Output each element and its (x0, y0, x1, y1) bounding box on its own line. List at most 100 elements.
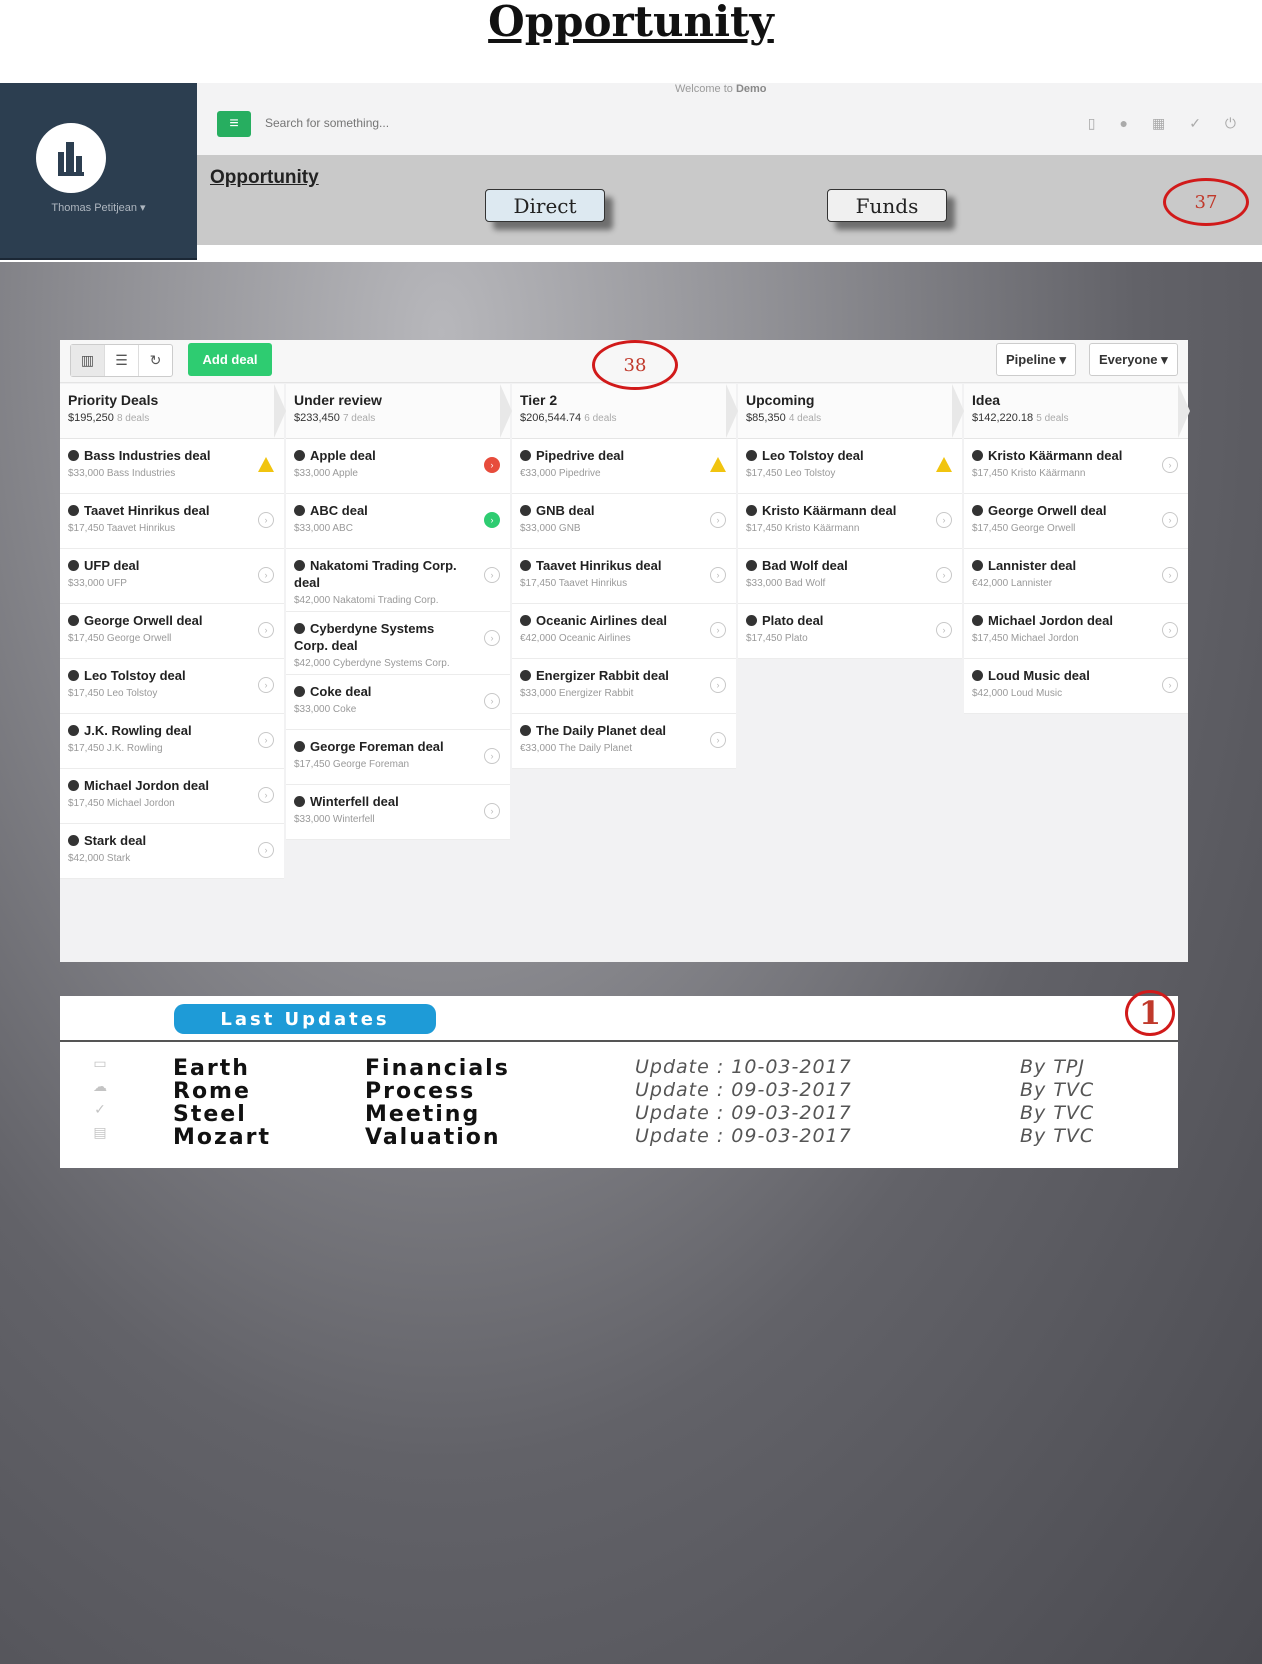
activity-status-icon[interactable]: › (710, 567, 726, 583)
tab-direct[interactable]: Direct (485, 189, 605, 222)
user-icon[interactable]: ● (1119, 115, 1127, 132)
deal-card[interactable]: Michael Jordon deal $17,450 Michael Jordo… (964, 604, 1188, 659)
avatar-icon (68, 725, 79, 736)
column-total: $206,544.74 (520, 412, 582, 424)
avatar-icon (294, 450, 305, 461)
warning-icon[interactable] (710, 457, 726, 472)
pipeline-column: Tier 2 $206,544.74 6 deals Pipedrive deal €… (512, 384, 738, 769)
activity-status-icon[interactable]: › (258, 787, 274, 803)
subheader-title: Opportunity (210, 167, 319, 188)
refresh-button[interactable]: ↻ (139, 345, 172, 376)
activity-status-icon[interactable]: › (258, 842, 274, 858)
deal-name: J.K. Rowling deal (84, 723, 192, 738)
activity-status-icon[interactable]: › (484, 512, 500, 528)
deal-card[interactable]: Leo Tolstoy deal $17,450 Leo Tolstoy › (60, 659, 284, 714)
deal-card[interactable]: George Foreman deal $17,450 George Forema… (286, 730, 510, 785)
deal-card[interactable]: George Orwell deal $17,450 George Orwell › (60, 604, 284, 659)
deal-card[interactable]: George Orwell deal $17,450 George Orwell › (964, 494, 1188, 549)
pipeline-column: Under review $233,450 7 deals Apple deal $3… (286, 384, 512, 840)
list-view-button[interactable]: ☰ (105, 345, 139, 376)
deal-card[interactable]: Lannister deal €42,000 Lannister › (964, 549, 1188, 604)
activity-status-icon[interactable]: › (484, 630, 500, 646)
activity-status-icon[interactable]: › (484, 567, 500, 583)
everyone-dropdown[interactable]: Everyone ▾ (1089, 343, 1178, 376)
activity-status-icon[interactable]: › (484, 748, 500, 764)
deal-card[interactable]: Nakatomi Trading Corp. deal $42,000 Nakat… (286, 549, 510, 612)
warning-icon[interactable] (258, 457, 274, 472)
deal-title: UFP deal (68, 557, 244, 574)
deal-card[interactable]: Coke deal $33,000 Coke › (286, 675, 510, 730)
deal-card[interactable]: Winterfell deal $33,000 Winterfell › (286, 785, 510, 840)
hamburger-icon: ≡ (229, 115, 239, 132)
kanban-view-button[interactable]: ▥ (71, 345, 105, 376)
activity-status-icon[interactable]: › (1162, 512, 1178, 528)
activity-status-icon[interactable]: › (1162, 457, 1178, 473)
company-logo[interactable] (36, 123, 106, 193)
activity-status-icon[interactable]: › (484, 693, 500, 709)
deal-card[interactable]: ABC deal $33,000 ABC › (286, 494, 510, 549)
deal-card[interactable]: Plato deal $17,450 Plato › (738, 604, 962, 659)
activity-status-icon[interactable]: › (258, 512, 274, 528)
activity-status-icon[interactable]: › (936, 512, 952, 528)
deal-name: Cyberdyne Systems Corp. deal (294, 621, 435, 653)
tab-funds[interactable]: Funds (827, 189, 947, 222)
update-row[interactable]: ✓ Steel Meeting Update : 09-03-2017 By TVC (60, 1102, 1178, 1127)
activity-status-icon[interactable]: › (258, 622, 274, 638)
pipeline-dropdown[interactable]: Pipeline ▾ (996, 343, 1076, 376)
update-row[interactable]: ▭ Earth Financials Update : 10-03-2017 By TP… (60, 1056, 1178, 1081)
activity-status-icon[interactable]: › (710, 622, 726, 638)
deal-card[interactable]: Bad Wolf deal $33,000 Bad Wolf › (738, 549, 962, 604)
deal-card[interactable]: Taavet Hinrikus deal $17,450 Taavet Hinri… (512, 549, 736, 604)
deal-card[interactable]: Cyberdyne Systems Corp. deal $42,000 Cybe… (286, 612, 510, 675)
activity-status-icon[interactable]: › (710, 677, 726, 693)
activity-status-icon[interactable]: › (710, 732, 726, 748)
warning-icon[interactable] (936, 457, 952, 472)
column-summary: $233,450 7 deals (294, 412, 502, 424)
deal-name: Stark deal (84, 833, 147, 848)
deal-card[interactable]: Oceanic Airlines deal €42,000 Oceanic Air… (512, 604, 736, 659)
deal-card[interactable]: The Daily Planet deal €33,000 The Daily P… (512, 714, 736, 769)
avatar-icon (520, 615, 531, 626)
deal-card[interactable]: Bass Industries deal $33,000 Bass Industr… (60, 439, 284, 494)
add-deal-button[interactable]: Add deal (188, 343, 272, 376)
deal-card[interactable]: GNB deal $33,000 GNB › (512, 494, 736, 549)
activity-status-icon[interactable]: › (484, 803, 500, 819)
activity-status-icon[interactable]: › (258, 567, 274, 583)
avatar-icon (746, 505, 757, 516)
deal-card[interactable]: Michael Jordon deal $17,450 Michael Jordo… (60, 769, 284, 824)
update-row[interactable]: ☁ Rome Process Update : 09-03-2017 By TVC (60, 1079, 1178, 1104)
deal-card[interactable]: Kristo Käärmann deal $17,450 Kristo Käärm… (964, 439, 1188, 494)
calendar-icon[interactable]: ▦ (1152, 115, 1165, 132)
activity-status-icon[interactable]: › (936, 622, 952, 638)
power-icon[interactable]: ⏻ (1225, 115, 1236, 132)
update-row[interactable]: ▤ Mozart Valuation Update : 09-03-2017 By TV… (60, 1125, 1178, 1150)
deal-card[interactable]: Pipedrive deal €33,000 Pipedrive (512, 439, 736, 494)
deal-card[interactable]: Leo Tolstoy deal $17,450 Leo Tolstoy (738, 439, 962, 494)
activity-status-icon[interactable]: › (258, 677, 274, 693)
deal-card[interactable]: Loud Music deal $42,000 Loud Music › (964, 659, 1188, 714)
column-header: Under review $233,450 7 deals (286, 384, 512, 439)
deal-card[interactable]: Kristo Käärmann deal $17,450 Kristo Käärm… (738, 494, 962, 549)
deal-card[interactable]: Apple deal $33,000 Apple › (286, 439, 510, 494)
deal-card[interactable]: Stark deal $42,000 Stark › (60, 824, 284, 879)
activity-status-icon[interactable]: › (936, 567, 952, 583)
activity-status-icon[interactable]: › (1162, 567, 1178, 583)
last-updates-header: Last Updates (60, 996, 1178, 1042)
check-icon[interactable]: ✓ (1189, 115, 1201, 132)
activity-status-icon[interactable]: › (1162, 622, 1178, 638)
activity-status-icon[interactable]: › (710, 512, 726, 528)
update-author: By TVC (1020, 1079, 1095, 1101)
deal-card[interactable]: Taavet Hinrikus deal $17,450 Taavet Hinri… (60, 494, 284, 549)
activity-status-icon[interactable]: › (258, 732, 274, 748)
menu-toggle-button[interactable]: ≡ (217, 111, 251, 137)
deal-card[interactable]: UFP deal $33,000 UFP › (60, 549, 284, 604)
kanban-icon: ▥ (80, 352, 95, 368)
search-input[interactable] (263, 115, 567, 131)
deal-name: Taavet Hinrikus deal (84, 503, 210, 518)
document-icon[interactable]: ▯ (1088, 115, 1096, 132)
deal-card[interactable]: J.K. Rowling deal $17,450 J.K. Rowling › (60, 714, 284, 769)
deal-card[interactable]: Energizer Rabbit deal $33,000 Energizer R… (512, 659, 736, 714)
activity-status-icon[interactable]: › (484, 457, 500, 473)
activity-status-icon[interactable]: › (1162, 677, 1178, 693)
user-menu[interactable]: Thomas Petitjean ▾ (0, 201, 197, 214)
